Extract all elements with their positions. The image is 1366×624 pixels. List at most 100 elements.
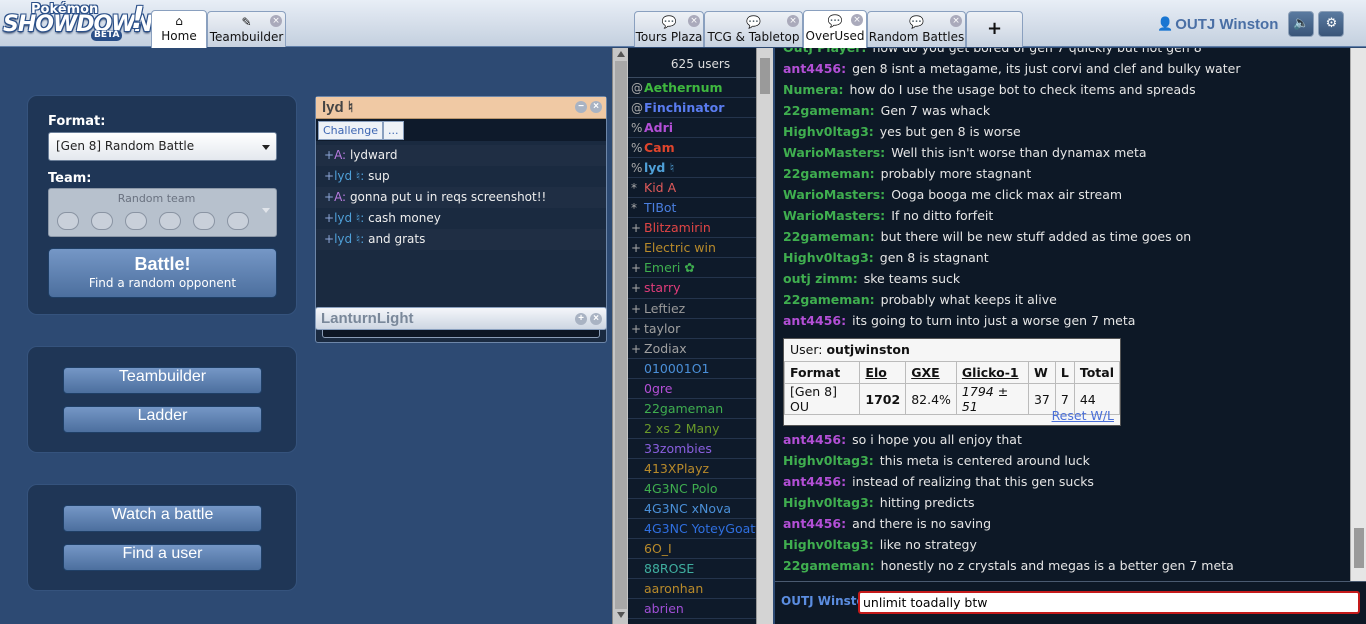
chat-message: ant4456: gen 8 isnt a metagame, its just … xyxy=(783,61,1240,76)
pm-window-collapsed[interactable]: LanturnLight + × xyxy=(315,307,607,330)
close-icon[interactable]: × xyxy=(270,15,282,27)
find-user-button[interactable]: Find a user xyxy=(63,544,262,571)
user-list-item[interactable]: 0gre xyxy=(628,379,756,399)
sound-icon[interactable]: 🔈 xyxy=(1288,11,1315,37)
gear-icon[interactable]: ⚙ xyxy=(1318,11,1345,37)
user-list-item[interactable]: + taylor xyxy=(628,319,756,339)
chat-author[interactable]: 22gameman: xyxy=(783,292,875,307)
chat-author[interactable]: WarioMasters: xyxy=(783,208,885,223)
close-icon[interactable]: × xyxy=(590,313,602,325)
rank-header[interactable]: GXE xyxy=(905,361,957,384)
user-list-item[interactable]: % Cam xyxy=(628,138,756,159)
close-icon[interactable]: × xyxy=(787,15,799,27)
close-icon[interactable]: × xyxy=(590,101,602,113)
user-list-item[interactable]: @Finchinator xyxy=(628,98,756,119)
user-list-item[interactable]: aaronhan xyxy=(628,579,756,600)
chat-author[interactable]: ant4456: xyxy=(783,313,846,328)
user-name: 413XPlayz xyxy=(644,460,710,476)
chat-author[interactable]: 22gameman: xyxy=(783,558,875,573)
chat-author[interactable]: Highv0ltag3: xyxy=(783,124,874,139)
chat-author[interactable]: 22gameman: xyxy=(783,166,875,181)
user-list-item[interactable]: + Electric win xyxy=(628,238,756,259)
scroll-thumb[interactable] xyxy=(760,58,770,94)
user-list-item[interactable]: 4G3NC Polo xyxy=(628,479,756,499)
username[interactable]: OUTJ Winston xyxy=(1175,16,1278,33)
chat-text: but there will be new stuff added as tim… xyxy=(880,229,1192,244)
chat-text: and there is no saving xyxy=(852,516,992,531)
tab-tours-plaza[interactable]: 💬 Tours Plaza × xyxy=(634,11,704,47)
close-icon[interactable]: × xyxy=(688,15,700,27)
tab-home[interactable]: ⌂ Home xyxy=(151,10,207,48)
minimize-icon[interactable]: − xyxy=(575,101,587,113)
user-list-item[interactable]: 413XPlayz xyxy=(628,459,756,479)
chat-author[interactable]: WarioMasters: xyxy=(783,145,885,160)
reset-wl-link[interactable]: Reset W/L xyxy=(1052,408,1114,423)
chat-author[interactable]: ant4456: xyxy=(783,474,846,489)
teambuilder-button[interactable]: Teambuilder xyxy=(63,367,262,394)
close-icon[interactable]: × xyxy=(950,15,962,27)
chat-author[interactable]: Numera: xyxy=(783,82,843,97)
watch-battle-button[interactable]: Watch a battle xyxy=(63,505,262,532)
user-list-item[interactable]: + Blitzamirin xyxy=(628,218,756,239)
panel-scrollbar[interactable] xyxy=(612,48,628,624)
tab-teambuilder[interactable]: ✎ Teambuilder × xyxy=(207,11,286,47)
user-list-item[interactable]: + starry xyxy=(628,278,756,299)
chat-text: its going to turn into just a worse gen … xyxy=(852,313,1136,328)
user-list-item[interactable]: 22gameman xyxy=(628,399,756,419)
chat-author[interactable]: 22gameman: xyxy=(783,103,875,118)
scroll-thumb[interactable] xyxy=(615,61,627,609)
pm-header[interactable]: lyd ♮ − × xyxy=(316,97,606,119)
format-select[interactable]: [Gen 8] Random Battle xyxy=(48,132,277,161)
user-list-item[interactable]: 4G3NC YoteyGoaty xyxy=(628,519,763,540)
plus-icon[interactable]: + xyxy=(575,313,587,325)
ladder-button[interactable]: Ladder xyxy=(63,406,262,433)
user-list-item[interactable]: * TIBot xyxy=(628,198,756,219)
user-list-item[interactable]: abrien xyxy=(628,599,756,620)
message-input[interactable]: unlimit toadally btw xyxy=(858,591,1360,614)
chat-author[interactable]: Outj Player: xyxy=(783,48,866,55)
user-name: taylor xyxy=(644,320,681,336)
tab-random-battles[interactable]: 💬 Random Battles × xyxy=(867,11,966,47)
scroll-thumb[interactable] xyxy=(1354,528,1364,568)
chat-scrollbar[interactable] xyxy=(1350,48,1366,581)
more-button[interactable]: ... xyxy=(383,121,404,140)
chat-author[interactable]: 22gameman: xyxy=(783,229,875,244)
add-tab-button[interactable]: + xyxy=(966,11,1023,47)
userlist-scrollbar[interactable] xyxy=(756,48,773,624)
battle-button[interactable]: Battle! Find a random opponent xyxy=(48,248,277,298)
team-select[interactable]: Random team xyxy=(48,188,277,237)
chat-text: ske teams suck xyxy=(863,271,961,286)
user-list-item[interactable]: + Leftiez xyxy=(628,299,756,319)
pokeball-icon xyxy=(125,212,147,230)
user-list-item[interactable]: @Aethernum xyxy=(628,78,756,99)
chat-author[interactable]: WarioMasters: xyxy=(783,187,885,202)
user-list-item[interactable]: 88ROSE xyxy=(628,559,756,580)
chat-author[interactable]: ant4456: xyxy=(783,61,846,76)
scroll-down-icon[interactable] xyxy=(617,612,625,618)
user-list-item[interactable]: 4G3NC xNova xyxy=(628,499,756,520)
challenge-button[interactable]: Challenge xyxy=(318,121,383,140)
showdown-logo[interactable]: Pokémon SHOWDOWN ! BETA xyxy=(3,1,153,43)
user-list-item[interactable]: + Emeri ✿ xyxy=(628,258,756,279)
user-list-item[interactable]: 6O_I xyxy=(628,539,756,560)
user-list-item[interactable]: % Adri xyxy=(628,118,756,139)
user-list-item[interactable]: 2 xs 2 Many xyxy=(628,419,756,439)
chat-author[interactable]: ant4456: xyxy=(783,432,846,447)
tab-tcg-tabletop[interactable]: 💬 TCG & Tabletop × xyxy=(704,11,803,47)
user-list-item[interactable]: 010001O1 xyxy=(628,359,756,379)
user-list-item[interactable]: * Kid A xyxy=(628,178,756,199)
chat-author[interactable]: outj zimm: xyxy=(783,271,858,286)
chat-author[interactable]: Highv0ltag3: xyxy=(783,495,874,510)
chat-author[interactable]: ant4456: xyxy=(783,516,846,531)
user-list-item[interactable]: 33zombies xyxy=(628,439,756,459)
close-icon[interactable]: × xyxy=(851,14,863,26)
scroll-up-icon[interactable] xyxy=(617,51,625,57)
user-list-item[interactable]: % lyd ♮ xyxy=(628,158,756,179)
chat-author[interactable]: Highv0ltag3: xyxy=(783,250,874,265)
rank-header[interactable]: Glicko-1 xyxy=(955,361,1029,384)
chat-author[interactable]: Highv0ltag3: xyxy=(783,453,874,468)
user-list-item[interactable]: + Zodiax xyxy=(628,339,756,359)
chat-author[interactable]: Highv0ltag3: xyxy=(783,537,874,552)
rank-header[interactable]: Elo xyxy=(859,361,907,384)
tab-overused[interactable]: 💬 OverUsed × xyxy=(803,10,867,48)
